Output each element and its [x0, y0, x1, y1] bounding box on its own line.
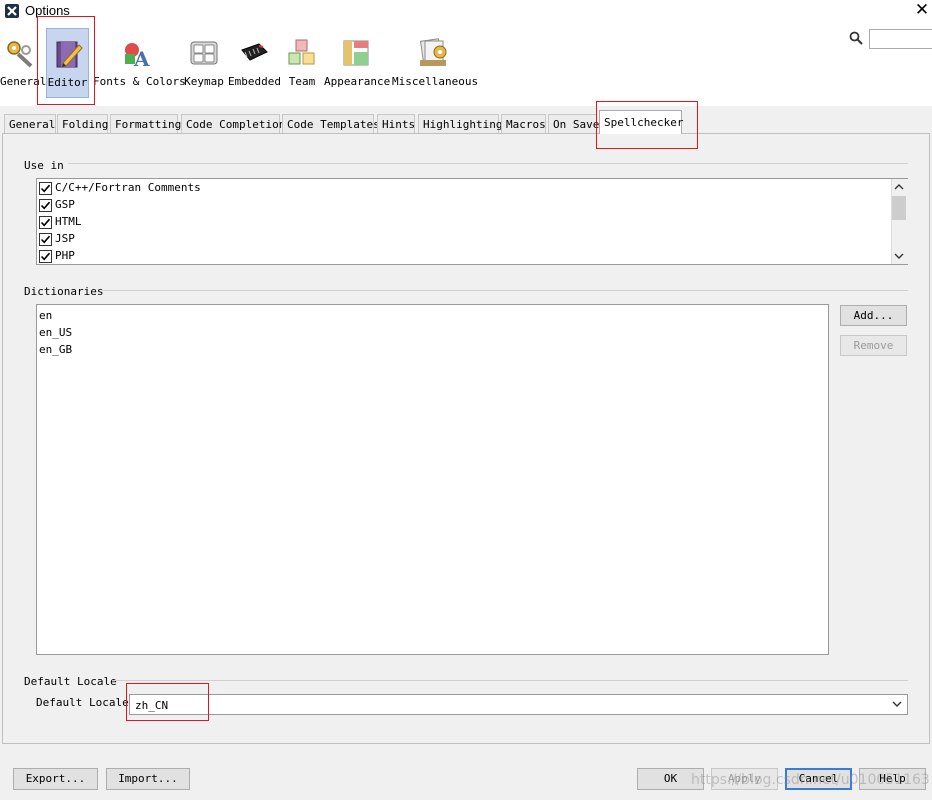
search-icon — [849, 31, 863, 45]
checkmark-icon — [40, 201, 51, 210]
category-label: General — [0, 75, 47, 88]
category-label: Fonts & Colors — [93, 75, 186, 88]
checkmark-icon — [40, 218, 51, 227]
checkmark-icon — [40, 184, 51, 193]
group-separator — [102, 290, 908, 291]
tab-spellchecker[interactable]: Spellchecker — [599, 110, 683, 134]
keyboard-icon — [190, 41, 218, 65]
checkbox[interactable] — [39, 182, 52, 195]
category-label: Miscellaneous — [392, 75, 479, 88]
list-item[interactable]: en_GB — [39, 343, 72, 356]
checkbox[interactable] — [39, 199, 52, 212]
title-bar — [0, 0, 932, 24]
category-team[interactable]: Team — [285, 28, 319, 98]
folder-gear-icon — [419, 38, 447, 66]
export-button[interactable]: Export... — [13, 768, 98, 790]
shapes-letter-a-icon: A — [125, 43, 150, 68]
list-item[interactable]: en_US — [39, 326, 72, 339]
tab-general[interactable]: General — [4, 114, 56, 133]
category-general[interactable]: General — [0, 28, 47, 98]
tab-hints[interactable]: Hints — [377, 114, 415, 133]
checkmark-icon — [40, 235, 51, 244]
tab-on-save[interactable]: On Save — [548, 114, 599, 133]
gears-wrench-icon — [7, 41, 33, 68]
cancel-button[interactable]: Cancel — [785, 768, 852, 790]
checkbox[interactable] — [39, 233, 52, 246]
tab-folding[interactable]: Folding — [57, 114, 108, 133]
default-locale-combobox[interactable] — [129, 694, 908, 715]
category-editor[interactable]: Editor — [46, 28, 89, 98]
checkbox-label: C/C++/Fortran Comments — [55, 181, 201, 194]
search-input[interactable] — [869, 29, 932, 49]
category-label: Keymap — [184, 75, 224, 88]
checkbox[interactable] — [39, 250, 52, 263]
scroll-down-arrow-icon[interactable] — [891, 248, 907, 264]
checkmark-icon — [40, 252, 51, 261]
microchip-icon — [241, 43, 268, 61]
use-in-group-title: Use in — [24, 159, 64, 172]
default-locale-group-title: Default Locale — [24, 675, 117, 688]
checkbox[interactable] — [39, 216, 52, 229]
scrollbar-thumb[interactable] — [892, 196, 906, 220]
checkbox-label: JSP — [55, 232, 75, 245]
layout-panels-icon — [343, 40, 369, 66]
category-miscellaneous[interactable]: Miscellaneous — [392, 28, 479, 98]
category-label: Editor — [47, 76, 88, 89]
category-keymap[interactable]: Keymap — [184, 28, 224, 98]
scroll-up-arrow-icon[interactable] — [891, 179, 907, 195]
checkbox-label: PHP — [55, 249, 75, 262]
app-logo-icon — [5, 4, 19, 18]
import-button[interactable]: Import... — [106, 768, 190, 790]
pencil-notebook-icon — [56, 41, 83, 68]
default-locale-label: Default Locale: — [36, 696, 136, 709]
tab-code-templates[interactable]: Code Templates — [282, 114, 380, 133]
remove-dictionary-button[interactable]: Remove — [840, 335, 907, 356]
category-fonts-colors[interactable]: A Fonts & Colors — [93, 28, 186, 98]
tab-highlighting[interactable]: Highlighting — [418, 114, 502, 133]
close-window-button[interactable]: ✕ — [912, 0, 932, 20]
apply-button[interactable]: Apply — [711, 768, 778, 790]
add-dictionary-button[interactable]: Add... — [840, 305, 907, 326]
dictionaries-list[interactable]: en en_US en_GB — [36, 304, 829, 655]
help-button[interactable]: Help — [859, 768, 926, 790]
group-separator — [112, 680, 908, 681]
tab-macros[interactable]: Macros — [501, 114, 546, 133]
dictionaries-group-title: Dictionaries — [24, 285, 104, 298]
use-in-list: C/C++/Fortran Comments GSP HTML JSP PHP — [36, 178, 908, 265]
category-embedded[interactable]: Embedded — [228, 28, 281, 98]
category-appearance[interactable]: Appearance — [324, 28, 391, 98]
checkbox-label: GSP — [55, 198, 75, 211]
tab-formatting[interactable]: Formatting — [110, 114, 181, 133]
chevron-down-icon[interactable] — [890, 697, 904, 711]
tab-code-completion[interactable]: Code Completion — [181, 114, 285, 133]
checkbox-label: HTML — [55, 215, 82, 228]
list-item[interactable]: en — [39, 309, 52, 322]
cubes-icon — [288, 39, 315, 65]
category-label: Appearance — [324, 75, 391, 88]
window-title: Options — [25, 3, 70, 18]
group-separator — [68, 163, 908, 164]
svg-text:A: A — [133, 47, 150, 68]
default-locale-value: zh_CN — [135, 699, 169, 712]
category-label: Embedded — [228, 75, 281, 88]
category-label: Team — [288, 75, 316, 88]
ok-button[interactable]: OK — [637, 768, 704, 790]
